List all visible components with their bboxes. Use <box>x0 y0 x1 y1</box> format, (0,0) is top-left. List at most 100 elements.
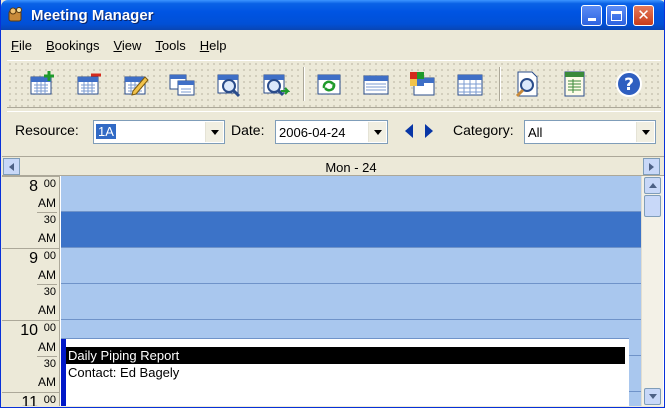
grid-slot[interactable] <box>61 176 641 212</box>
find-booking-button[interactable] <box>212 67 246 101</box>
scroll-left-button[interactable] <box>3 158 20 175</box>
toolbar-separator <box>303 67 305 101</box>
resource-value: 1A <box>96 124 116 139</box>
help-icon: ? <box>616 71 642 97</box>
chevron-down-icon[interactable] <box>205 122 223 142</box>
new-booking-icon <box>30 71 54 95</box>
report-button[interactable] <box>557 67 591 101</box>
time-slot-8-00: 8 00 AM <box>2 176 60 212</box>
day-column-title[interactable]: Mon - 24 <box>61 160 641 175</box>
new-booking-button[interactable] <box>25 67 59 101</box>
help-glyph: ? <box>624 75 634 95</box>
main-window: Meeting Manager ✕ File Bookings View Too… <box>0 0 665 408</box>
day-calendar: Mon - 24 8 00 AM 30 AM 9 00 AM 30 AM 10 … <box>2 156 664 406</box>
appointment[interactable]: Daily Piping Report Contact: Ed Bagely <box>61 338 629 406</box>
date-picker[interactable]: 2006-04-24 <box>275 120 388 144</box>
time-slot-10-00: 10 00 AM <box>2 320 60 356</box>
appointment-title: Daily Piping Report <box>66 347 625 364</box>
minute-label: 30 <box>43 286 56 298</box>
minute-label: 30 <box>43 214 56 226</box>
print-preview-button[interactable] <box>510 67 544 101</box>
time-slot-8-30: 30 AM <box>2 212 60 248</box>
ampm-label: AM <box>38 375 56 389</box>
scroll-right-button[interactable] <box>643 158 660 175</box>
time-slot-11-00: 11 00 <box>2 392 60 406</box>
grid-slot[interactable] <box>61 284 641 320</box>
minute-label: 00 <box>43 250 56 262</box>
ampm-label: AM <box>38 231 56 245</box>
day-view-button[interactable] <box>359 67 393 101</box>
minimize-icon <box>587 18 596 21</box>
minimize-button[interactable] <box>581 5 602 26</box>
time-slot-9-00: 9 00 AM <box>2 248 60 284</box>
vertical-scrollbar[interactable] <box>641 176 663 406</box>
help-button[interactable]: ? <box>612 67 646 101</box>
resource-select[interactable]: 1A <box>93 120 225 144</box>
find-booking-icon <box>217 74 241 98</box>
day-view-icon <box>363 75 389 95</box>
hour-label: 9 <box>29 250 38 267</box>
menu-view[interactable]: View <box>106 36 148 56</box>
close-icon: ✕ <box>637 6 650 24</box>
chevron-up-icon <box>648 183 657 188</box>
category-select[interactable]: All <box>524 120 656 144</box>
chevron-down-icon[interactable] <box>636 122 654 142</box>
edit-booking-button[interactable] <box>119 67 153 101</box>
hour-label: 10 <box>20 322 38 339</box>
category-label: Category: <box>453 122 514 138</box>
month-view-icon <box>457 74 483 96</box>
scroll-down-button[interactable] <box>644 388 661 405</box>
resource-label: Resource: <box>15 122 79 138</box>
chevron-down-icon[interactable] <box>368 122 386 142</box>
chevron-down-icon <box>648 394 657 399</box>
calendar-header: Mon - 24 <box>2 157 664 176</box>
time-slot-10-30: 30 AM <box>2 356 60 392</box>
next-day-icon[interactable] <box>425 124 433 138</box>
toolbar: ? <box>7 60 661 108</box>
grid-slot[interactable] <box>61 248 641 284</box>
print-preview-icon <box>515 71 538 98</box>
meeting-app-icon <box>7 7 25 23</box>
maximize-button[interactable] <box>606 5 627 26</box>
date-value: 2006-04-24 <box>279 125 346 140</box>
month-view-button[interactable] <box>453 67 487 101</box>
filter-bar: Resource: 1A Date: 2006-04-24 Category: … <box>7 111 661 153</box>
delete-booking-button[interactable] <box>72 67 106 101</box>
report-icon <box>564 71 585 97</box>
menu-bar: File Bookings View Tools Help <box>4 36 234 56</box>
menu-file[interactable]: File <box>4 36 39 56</box>
close-button[interactable]: ✕ <box>633 5 654 26</box>
booking-list-button[interactable] <box>165 67 199 101</box>
ampm-label: AM <box>38 303 56 317</box>
title-bar[interactable]: Meeting Manager ✕ <box>1 0 664 30</box>
menu-bookings[interactable]: Bookings <box>39 36 106 56</box>
maximize-icon <box>611 10 622 21</box>
scroll-up-button[interactable] <box>644 177 661 194</box>
scroll-thumb[interactable] <box>644 195 661 217</box>
booking-list-icon <box>169 74 195 96</box>
time-slot-9-30: 30 AM <box>2 284 60 320</box>
ampm-label: AM <box>38 268 56 282</box>
menu-tools[interactable]: Tools <box>148 36 192 56</box>
minute-label: 00 <box>43 322 56 334</box>
chevron-right-icon <box>649 162 654 171</box>
delete-booking-icon <box>77 73 101 95</box>
find-next-button[interactable] <box>258 67 292 101</box>
hour-label: 11 <box>21 394 38 406</box>
grid-slot-selected[interactable] <box>61 212 641 248</box>
refresh-button[interactable] <box>312 67 346 101</box>
time-grid: Daily Piping Report Contact: Ed Bagely <box>61 176 641 406</box>
previous-day-icon[interactable] <box>405 124 413 138</box>
menu-help[interactable]: Help <box>193 36 234 56</box>
minute-label: 00 <box>43 394 56 406</box>
window-title: Meeting Manager <box>31 7 154 24</box>
hour-label: 8 <box>29 178 38 195</box>
category-colors-icon <box>410 72 435 96</box>
category-colors-button[interactable] <box>406 67 440 101</box>
time-column: 8 00 AM 30 AM 9 00 AM 30 AM 10 00 AM 30 … <box>2 176 60 406</box>
edit-booking-icon <box>124 76 149 96</box>
date-label: Date: <box>231 122 265 138</box>
appointment-contact: Contact: Ed Bagely <box>68 365 180 380</box>
toolbar-separator <box>499 67 501 101</box>
refresh-icon <box>317 74 341 95</box>
